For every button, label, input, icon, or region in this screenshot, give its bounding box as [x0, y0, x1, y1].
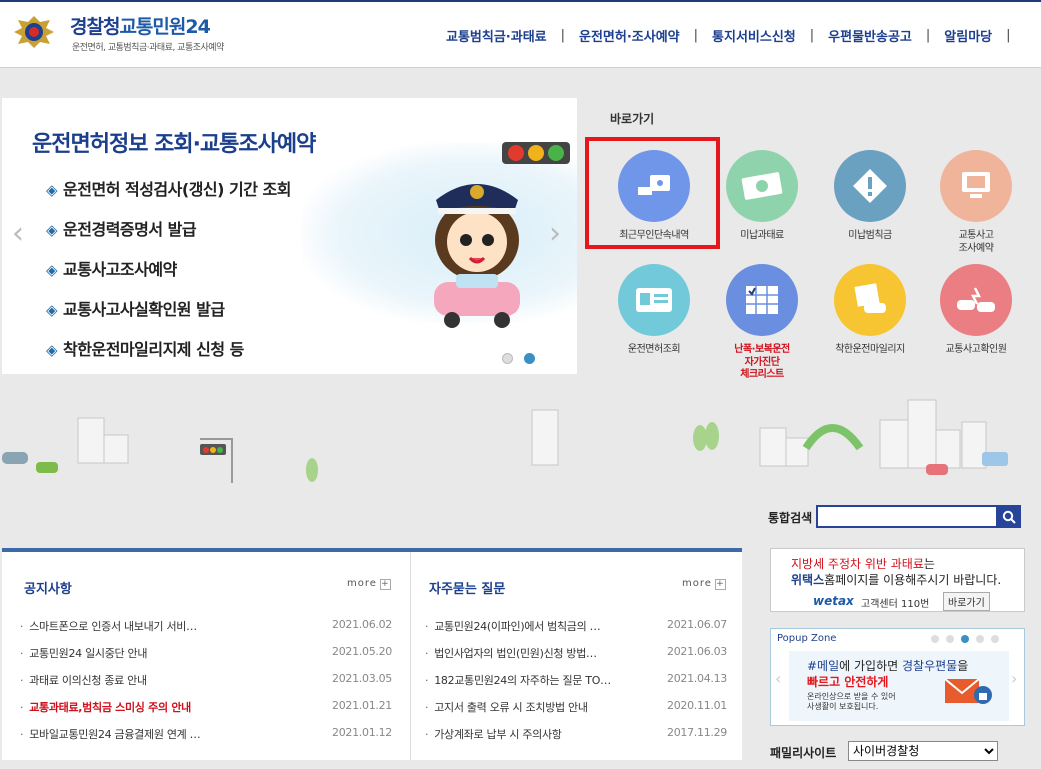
notice-row[interactable]: · 교통민원24 일시중단 안내 2021.05.20: [20, 645, 392, 661]
faq-more-button[interactable]: more +: [682, 578, 726, 590]
faq-row[interactable]: · 교통민원24(이파인)에서 범칙금의 … 2021.06.07: [425, 618, 727, 634]
wetax-center: 고객센터 110번: [861, 599, 930, 610]
notice-row[interactable]: · 과태료 이의신청 종료 안내 2021.03.05: [20, 672, 392, 688]
search-input[interactable]: [816, 505, 998, 528]
traffic-light-icon: [502, 142, 570, 164]
header: 경찰청교통민원24 운전면허, 교통범칙금·과태료, 교통조사예약 교통범칙금·…: [0, 0, 1041, 68]
shortcut-license-lookup[interactable]: 운전면허조회: [598, 264, 710, 357]
nav-separator: |: [1006, 28, 1011, 43]
notice-row[interactable]: · 스마트폰으로 인증서 내보내기 서비… 2021.06.02: [20, 618, 392, 634]
shortcut-label: 미납과태료: [740, 230, 784, 241]
banner-dot[interactable]: [502, 353, 513, 364]
wetax-go-button[interactable]: 바로가기: [943, 592, 990, 611]
notice-more-button[interactable]: more +: [347, 578, 391, 590]
wetax-logo: wetax: [813, 594, 854, 608]
popup-title: Popup Zone: [777, 633, 837, 644]
popup-line2: 빠르고 안전하게: [807, 675, 889, 689]
search-button[interactable]: [996, 505, 1021, 528]
main-nav: 교통범칙금·과태료 | 운전면허·조사예약 | 통지서비스신청 | 우편물반송공…: [438, 26, 1017, 45]
shortcut-label: 미납범칙금: [848, 230, 892, 241]
notice-title[interactable]: 공지사항: [24, 578, 72, 597]
checklist-icon: [726, 264, 798, 336]
nav-license[interactable]: 운전면허·조사예약: [571, 26, 688, 45]
nav-separator: |: [693, 28, 699, 43]
nav-returned-mail[interactable]: 우편물반송공고: [820, 26, 920, 45]
notice-row[interactable]: · 모바일교통민원24 금융결제원 연계 … 2021.01.12: [20, 726, 392, 742]
popup-pager[interactable]: [931, 635, 999, 643]
notice-row-hot[interactable]: · 교통과태료,범칙금 스미싱 주의 안내 2021.01.21: [20, 699, 392, 715]
shortcut-accident-certificate[interactable]: 교통사고확인원: [920, 264, 1032, 357]
banner-title: 운전면허정보 조회·교통조사예약: [32, 132, 316, 157]
popup-next-button[interactable]: ›: [1011, 669, 1017, 688]
faq-row[interactable]: · 법인사업자의 법인(민원)신청 방법… 2021.06.03: [425, 645, 727, 661]
nav-separator: |: [560, 28, 566, 43]
computer-icon: [940, 150, 1012, 222]
mileage-icon: [834, 264, 906, 336]
money-icon: [726, 150, 798, 222]
shortcut-mileage[interactable]: 착한운전마일리지: [814, 264, 926, 357]
search-icon: [1002, 510, 1016, 524]
popup-line4: 사생활이 보호됩니다.: [807, 702, 879, 711]
shortcut-label: 착한운전마일리지: [835, 344, 905, 355]
boards-panel: 공지사항 more + · 스마트폰으로 인증서 내보내기 서비… 2021.06.0…: [2, 548, 742, 760]
police-mascot-icon: [434, 184, 520, 328]
wetax-line2: 위택스홈페이지를 이용해주시기 바랍니다.: [791, 573, 1002, 587]
popup-zone: Popup Zone ‹ › #메일에 가입하면 경찰우편물을 빠르고 안전하게…: [770, 628, 1025, 726]
warning-icon: [834, 150, 906, 222]
banner-item: ◈ 교통사고사실확인원 발급: [46, 300, 225, 319]
notice-board: 공지사항 more + · 스마트폰으로 인증서 내보내기 서비… 2021.06.0…: [2, 552, 410, 760]
faq-row[interactable]: · 고지서 출력 오류 시 조치방법 안내 2020.11.01: [425, 699, 727, 715]
wetax-line1: 지방세 주정차 위반 과태료는: [791, 557, 935, 571]
faq-board: 자주묻는 질문 more + · 교통민원24(이파인)에서 범칙금의 … 2021.…: [411, 552, 742, 760]
police-emblem-icon[interactable]: [12, 14, 56, 50]
popup-prev-button[interactable]: ‹: [775, 669, 781, 688]
faq-row[interactable]: · 182교통민원24의 자주하는 질문 TO… 2021.04.13: [425, 672, 727, 688]
logo-subtitle: 운전면허, 교통범칙금·과태료, 교통조사예약: [72, 43, 224, 53]
nav-fines[interactable]: 교통범칙금·과태료: [438, 26, 555, 45]
accident-icon: [940, 264, 1012, 336]
nav-separator: |: [809, 28, 815, 43]
shortcut-label: 난폭·보복운전 자가진단 체크리스트: [734, 344, 790, 380]
banner-item: ◈ 운전면허 적성검사(갱신) 기간 조회: [46, 180, 291, 199]
popup-slide[interactable]: #메일에 가입하면 경찰우편물을 빠르고 안전하게 온라인상으로 받을 수 있어…: [789, 651, 1009, 721]
shortcut-title: 바로가기: [610, 112, 655, 126]
main-banner[interactable]: 운전면허정보 조회·교통조사예약 ◈ 운전면허 적성검사(갱신) 기간 조회 ◈ 운…: [2, 98, 577, 374]
shortcut-label: 교통사고 조사예약: [958, 230, 994, 254]
logo-title[interactable]: 경찰청교통민원24: [70, 12, 211, 39]
wetax-banner[interactable]: 지방세 주정차 위반 과태료는 위택스홈페이지를 이용해주시기 바랍니다. we…: [770, 548, 1025, 612]
shortcut-reckless-checklist[interactable]: 난폭·보복운전 자가진단 체크리스트: [706, 264, 818, 382]
banner-dot-active[interactable]: [524, 353, 535, 364]
banner-item: ◈ 운전경력증명서 발급: [46, 220, 197, 239]
shortcut-label: 교통사고확인원: [945, 344, 1007, 355]
banner-item: ◈ 착한운전마일리지제 신청 등: [46, 340, 244, 359]
shortcut-unpaid-penalty[interactable]: 미납범칙금: [814, 150, 926, 243]
shortcut-accident-reservation[interactable]: 교통사고 조사예약: [920, 150, 1032, 255]
search-label: 통합검색: [768, 511, 813, 525]
highlight-box: [585, 137, 720, 249]
faq-title[interactable]: 자주묻는 질문: [429, 578, 505, 597]
nav-notification[interactable]: 통지서비스신청: [704, 26, 804, 45]
banner-next-button[interactable]: ›: [549, 216, 561, 251]
mail-lock-icon: [944, 678, 992, 704]
faq-row[interactable]: · 가상계좌로 납부 시 주의사항 2017.11.29: [425, 726, 727, 742]
city-illustration: [2, 399, 1008, 483]
shortcut-label: 운전면허조회: [627, 344, 681, 355]
banner-item: ◈ 교통사고조사예약: [46, 260, 177, 279]
family-site-select[interactable]: 사이버경찰청: [848, 741, 998, 761]
nav-separator: |: [925, 28, 931, 43]
license-icon: [618, 264, 690, 336]
nav-notice[interactable]: 알림마당: [936, 26, 1000, 45]
banner-prev-button[interactable]: ‹: [12, 216, 24, 251]
family-site-label: 패밀리사이트: [770, 746, 837, 760]
shortcut-unpaid-fine[interactable]: 미납과태료: [706, 150, 818, 243]
